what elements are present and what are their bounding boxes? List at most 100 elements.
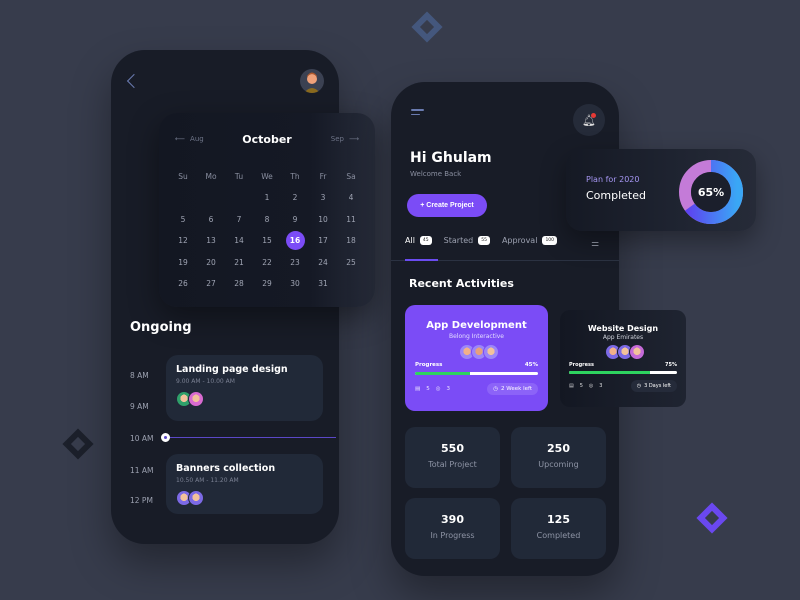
activity-card-website-design[interactable]: Website Design App Emirates Progress 75% … bbox=[560, 310, 686, 407]
donut-percent-label: 65% bbox=[698, 186, 724, 199]
calendar-day[interactable]: 22 bbox=[253, 252, 281, 274]
calendar-widget: ⟵ Aug October Sep ⟶ Su Mo Tu We Th Fr Sa 1 2 3 4 5 6… bbox=[159, 113, 375, 307]
arrow-right-icon: ⟶ bbox=[348, 135, 359, 143]
event-title: Banners collection bbox=[176, 463, 276, 474]
weekday-label: We bbox=[261, 171, 273, 181]
calendar-day[interactable]: 9 bbox=[281, 209, 309, 231]
calendar-day[interactable]: 24 bbox=[309, 252, 337, 274]
calendar-day[interactable]: 8 bbox=[253, 209, 281, 231]
calendar-day-selected[interactable]: 16 bbox=[281, 230, 309, 252]
time-left-badge: ◷ 2 Week left bbox=[487, 383, 538, 395]
time-label: 9 AM bbox=[130, 402, 149, 411]
event-card[interactable]: Banners collection 10.50 AM - 11.20 AM bbox=[166, 454, 323, 514]
event-title: Landing page design bbox=[176, 364, 288, 375]
clock-icon: ◷ bbox=[493, 386, 499, 392]
event-time: 10.50 AM - 11.20 AM bbox=[176, 477, 239, 484]
time-left-badge: ◷ 3 Days left bbox=[630, 380, 677, 392]
notification-dot bbox=[591, 113, 596, 118]
empty-day bbox=[225, 187, 253, 209]
decorative-diamond-top bbox=[411, 11, 443, 43]
create-project-button[interactable]: + Create Project bbox=[407, 194, 487, 217]
tab-all[interactable]: All 45 bbox=[405, 236, 432, 245]
calendar-day[interactable]: 26 bbox=[169, 273, 197, 295]
weekday-label: Tu bbox=[234, 171, 244, 181]
notification-bell-button[interactable]: 🔔︎ bbox=[573, 104, 605, 136]
empty-day bbox=[197, 187, 225, 209]
plan-progress-card: Plan for 2020 Completed 65% bbox=[566, 149, 756, 231]
count-badge: 100 bbox=[542, 236, 558, 245]
file-count: 5 bbox=[579, 383, 583, 389]
participant-avatar bbox=[188, 490, 204, 506]
user-avatar[interactable] bbox=[300, 69, 324, 93]
weekday-label: Fr bbox=[319, 171, 327, 181]
project-tabs: All 45 Started 55 Approval 100 bbox=[405, 236, 619, 260]
member-avatar bbox=[482, 344, 499, 360]
ongoing-heading: Ongoing bbox=[130, 320, 192, 335]
hamburger-menu-icon[interactable] bbox=[411, 109, 424, 118]
calendar-day[interactable]: 11 bbox=[337, 209, 365, 231]
calendar-day[interactable]: 14 bbox=[225, 230, 253, 252]
weekday-label: Su bbox=[178, 171, 188, 181]
calendar-day[interactable]: 13 bbox=[197, 230, 225, 252]
progress-bar bbox=[415, 372, 538, 375]
sliders-filter-icon[interactable]: ⚌ bbox=[591, 239, 599, 249]
empty-day bbox=[169, 187, 197, 209]
stat-in-progress[interactable]: 390 In Progress bbox=[405, 498, 500, 559]
weekday-label: Mo bbox=[205, 171, 217, 181]
activity-card-app-development[interactable]: App Development Belong Interactive Progr… bbox=[405, 305, 548, 411]
weekday-label: Th bbox=[290, 171, 300, 181]
tab-started[interactable]: Started 55 bbox=[444, 236, 490, 245]
event-time: 9.00 AM - 10.00 AM bbox=[176, 378, 235, 385]
calendar-day[interactable]: 3 bbox=[309, 187, 337, 209]
file-icon: ▤ bbox=[569, 383, 574, 389]
calendar-day[interactable]: 30 bbox=[281, 273, 309, 295]
stat-completed[interactable]: 125 Completed bbox=[511, 498, 606, 559]
calendar-day[interactable]: 5 bbox=[169, 209, 197, 231]
decorative-diamond-left bbox=[62, 428, 94, 460]
calendar-day[interactable]: 17 bbox=[309, 230, 337, 252]
calendar-day[interactable]: 23 bbox=[281, 252, 309, 274]
calendar-day[interactable]: 4 bbox=[337, 187, 365, 209]
calendar-day[interactable]: 15 bbox=[253, 230, 281, 252]
calendar-day[interactable]: 12 bbox=[169, 230, 197, 252]
event-card[interactable]: Landing page design 9.00 AM - 10.00 AM bbox=[166, 355, 323, 421]
activity-subtitle: App Emirates bbox=[602, 334, 644, 341]
file-icon: ▤ bbox=[415, 386, 421, 392]
calendar-day[interactable]: 6 bbox=[197, 209, 225, 231]
plan-status: Completed bbox=[586, 189, 646, 202]
plan-title: Plan for 2020 bbox=[586, 175, 640, 184]
plan-donut-chart: 65% bbox=[679, 160, 743, 224]
activity-subtitle: Belong Interactive bbox=[449, 333, 504, 340]
chevron-left-icon[interactable] bbox=[126, 73, 142, 89]
stat-upcoming[interactable]: 250 Upcoming bbox=[511, 427, 606, 488]
count-badge: 45 bbox=[419, 236, 432, 245]
tab-approval[interactable]: Approval 100 bbox=[502, 236, 558, 245]
time-label: 12 PM bbox=[130, 496, 153, 505]
stat-total-project[interactable]: 550 Total Project bbox=[405, 427, 500, 488]
calendar-day[interactable]: 20 bbox=[197, 252, 225, 274]
calendar-day[interactable]: 28 bbox=[225, 273, 253, 295]
calendar-day[interactable]: 1 bbox=[253, 187, 281, 209]
calendar-day[interactable]: 7 bbox=[225, 209, 253, 231]
progress-fill bbox=[569, 371, 650, 374]
progress-fill bbox=[415, 372, 471, 375]
calendar-day[interactable]: 19 bbox=[169, 252, 197, 274]
comment-count: 3 bbox=[446, 386, 451, 392]
participant-avatar bbox=[188, 391, 204, 407]
calendar-day[interactable]: 31 bbox=[309, 273, 337, 295]
calendar-day[interactable]: 10 bbox=[309, 209, 337, 231]
calendar-day[interactable]: 21 bbox=[225, 252, 253, 274]
calendar-day[interactable]: 18 bbox=[337, 230, 365, 252]
current-time-marker bbox=[161, 433, 170, 442]
progress-percent: 45% bbox=[524, 362, 538, 368]
greeting-title: Hi Ghulam bbox=[410, 150, 492, 166]
count-badge: 55 bbox=[478, 236, 490, 245]
calendar-day[interactable]: 27 bbox=[197, 273, 225, 295]
next-month-button[interactable]: Sep ⟶ bbox=[331, 135, 359, 143]
progress-bar bbox=[569, 371, 677, 374]
calendar-day[interactable]: 29 bbox=[253, 273, 281, 295]
decorative-diamond-right bbox=[696, 502, 728, 534]
calendar-day[interactable]: 25 bbox=[337, 252, 365, 274]
file-count: 5 bbox=[426, 386, 430, 392]
calendar-day[interactable]: 2 bbox=[281, 187, 309, 209]
